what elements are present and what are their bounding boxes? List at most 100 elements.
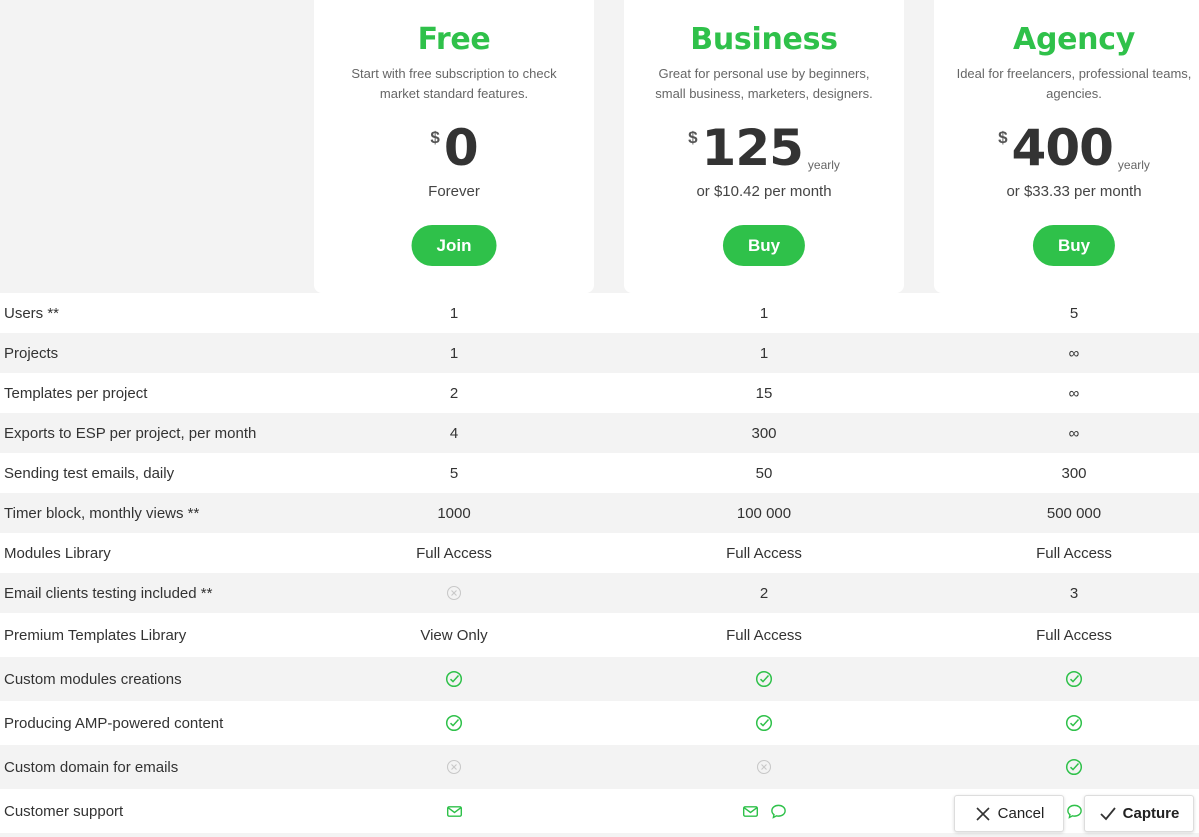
feature-value: 5 bbox=[934, 293, 1199, 333]
plan-card-agency: Agency Ideal for freelancers, profession… bbox=[934, 0, 1199, 293]
feature-row: Custom modules creations bbox=[0, 657, 1199, 701]
price: $ 125 yearly bbox=[624, 118, 904, 178]
currency-symbol: $ bbox=[688, 128, 698, 147]
price-amount: 400 bbox=[1011, 119, 1114, 177]
feature-value: Full Access bbox=[314, 533, 594, 573]
feature-value-text: 2 bbox=[759, 584, 769, 602]
feature-value-text: 100 000 bbox=[736, 504, 792, 522]
feature-value bbox=[624, 701, 904, 745]
plan-card-business: Business Great for personal use by begin… bbox=[624, 0, 904, 293]
feature-row: Sending test emails, daily 5 50 300 bbox=[0, 453, 1199, 493]
feature-label: Templates per project bbox=[4, 384, 148, 402]
price-amount: 125 bbox=[701, 119, 804, 177]
cross-circle-icon bbox=[445, 584, 463, 602]
feature-label: Email clients testing included ** bbox=[4, 584, 213, 602]
feature-value bbox=[314, 573, 594, 613]
buy-agency-button[interactable]: Buy bbox=[1032, 225, 1116, 266]
feature-value bbox=[314, 657, 594, 701]
feature-label: Modules Library bbox=[4, 544, 111, 562]
join-button[interactable]: Join bbox=[411, 225, 497, 266]
feature-value-text: Full Access bbox=[416, 544, 492, 562]
feature-value-text: 1 bbox=[449, 344, 459, 362]
feature-value-text: 5 bbox=[449, 464, 459, 482]
feature-value-text: 15 bbox=[755, 384, 773, 402]
feature-label: Users ** bbox=[4, 304, 60, 322]
feature-row: Modules Library Full Access Full Access Ful… bbox=[0, 533, 1199, 573]
price: $ 0 bbox=[314, 118, 594, 178]
checkmark-icon bbox=[1100, 806, 1116, 820]
plan-name: Business bbox=[690, 22, 838, 57]
feature-value bbox=[934, 657, 1199, 701]
feature-value: ∞ bbox=[934, 373, 1199, 413]
feature-value: 500 000 bbox=[934, 493, 1199, 533]
feature-value: 1 bbox=[314, 293, 594, 333]
feature-label: Premium Templates Library bbox=[4, 626, 187, 644]
feature-row: Users ** 1 1 5 bbox=[0, 293, 1199, 333]
price: $ 400 yearly bbox=[934, 118, 1199, 178]
plan-description: Ideal for freelancers, professional team… bbox=[956, 66, 1192, 101]
feature-value: 3 bbox=[934, 573, 1199, 613]
feature-value bbox=[314, 789, 594, 833]
feature-value: 100 000 bbox=[624, 493, 904, 533]
feature-value: 15 bbox=[624, 373, 904, 413]
feature-label: Timer block, monthly views ** bbox=[4, 504, 200, 522]
feature-comparison-table: Users ** 1 1 5 Projects 1 1 ∞ Templates per proj… bbox=[0, 293, 1199, 833]
feature-label: Customer support bbox=[4, 802, 124, 820]
feature-value-text: 1 bbox=[759, 344, 769, 362]
price-subtitle: or $10.42 per month bbox=[696, 183, 832, 200]
feature-value: 4 bbox=[314, 413, 594, 453]
feature-value: Full Access bbox=[934, 613, 1199, 657]
feature-row: Projects 1 1 ∞ bbox=[0, 333, 1199, 373]
cancel-button[interactable]: Cancel bbox=[954, 795, 1064, 832]
feature-value: View Only bbox=[314, 613, 594, 657]
feature-value bbox=[934, 745, 1199, 789]
cancel-label: Cancel bbox=[997, 805, 1045, 822]
feature-value-text: 500 000 bbox=[1046, 504, 1102, 522]
feature-label: Custom domain for emails bbox=[4, 758, 179, 776]
feature-value: 5 bbox=[314, 453, 594, 493]
feature-value: Full Access bbox=[934, 533, 1199, 573]
feature-value-text: ∞ bbox=[1068, 424, 1080, 442]
feature-value bbox=[624, 789, 904, 833]
price-subtitle: Forever bbox=[428, 183, 480, 200]
check-circle-icon bbox=[445, 714, 463, 732]
envelope-icon bbox=[445, 802, 463, 820]
chat-bubble-icon bbox=[1065, 802, 1083, 820]
feature-value-text: Full Access bbox=[1036, 626, 1112, 644]
check-circle-icon bbox=[1065, 758, 1083, 776]
check-circle-icon bbox=[1065, 670, 1083, 688]
capture-label: Capture bbox=[1122, 805, 1180, 822]
pricing-plans: Free Start with free subscription to che… bbox=[0, 0, 1199, 293]
plan-name: Free bbox=[417, 22, 491, 57]
feature-row: Custom domain for emails bbox=[0, 745, 1199, 789]
feature-label: Custom modules creations bbox=[4, 670, 182, 688]
feature-value-text: ∞ bbox=[1068, 344, 1080, 362]
feature-value bbox=[624, 657, 904, 701]
feature-value: 2 bbox=[314, 373, 594, 413]
price-amount: 0 bbox=[443, 119, 479, 177]
feature-value bbox=[314, 745, 594, 789]
feature-label: Producing AMP-powered content bbox=[4, 714, 224, 732]
check-circle-icon bbox=[755, 714, 773, 732]
feature-label: Exports to ESP per project, per month bbox=[4, 424, 257, 442]
price-period: yearly bbox=[807, 158, 840, 172]
check-circle-icon bbox=[755, 670, 773, 688]
feature-value: 50 bbox=[624, 453, 904, 493]
feature-value-text: 300 bbox=[1061, 464, 1087, 482]
feature-value-text: 1 bbox=[759, 304, 769, 322]
envelope-icon bbox=[741, 802, 759, 820]
feature-value: ∞ bbox=[934, 333, 1199, 373]
feature-value bbox=[314, 701, 594, 745]
feature-value: 1 bbox=[314, 333, 594, 373]
feature-value: 300 bbox=[934, 453, 1199, 493]
check-circle-icon bbox=[445, 670, 463, 688]
feature-row: Timer block, monthly views ** 1000 100 000… bbox=[0, 493, 1199, 533]
feature-value: 1 bbox=[624, 293, 904, 333]
feature-value-text: 5 bbox=[1069, 304, 1079, 322]
plan-card-free: Free Start with free subscription to che… bbox=[314, 0, 594, 293]
feature-row: Email clients testing included ** 2 3 bbox=[0, 573, 1199, 613]
feature-value: 1000 bbox=[314, 493, 594, 533]
plan-description: Great for personal use by beginners, sma… bbox=[655, 66, 873, 101]
capture-button[interactable]: Capture bbox=[1084, 795, 1194, 832]
buy-business-button[interactable]: Buy bbox=[722, 225, 806, 266]
